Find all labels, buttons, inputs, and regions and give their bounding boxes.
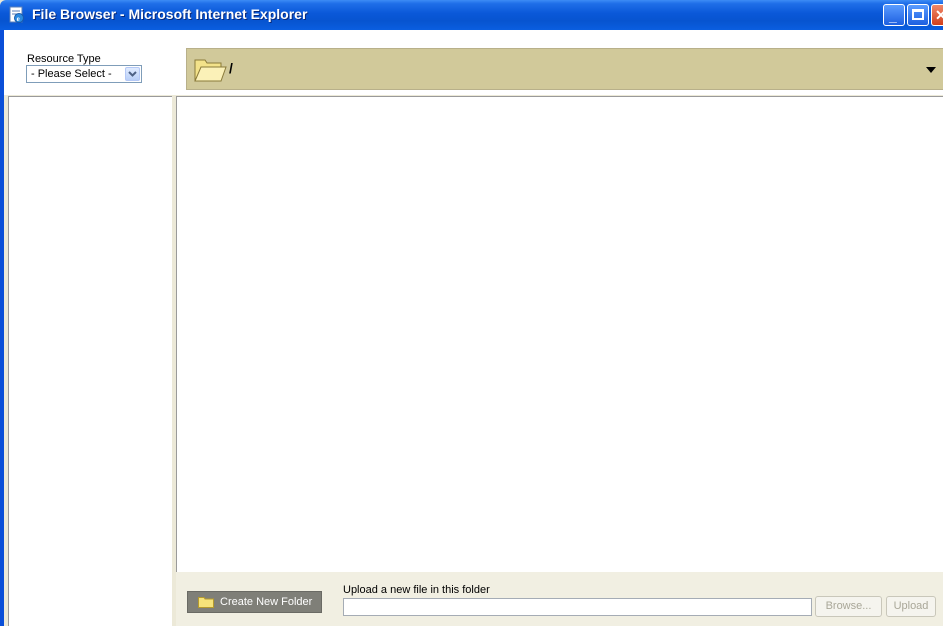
upload-file-input[interactable] bbox=[343, 598, 812, 616]
browse-button[interactable]: Browse... bbox=[815, 596, 882, 617]
folder-tree-panel[interactable] bbox=[8, 96, 172, 626]
title-bar[interactable]: e File Browser - Microsoft Internet Expl… bbox=[0, 0, 943, 30]
folder-icon bbox=[198, 597, 214, 608]
bottom-toolbar: Create New Folder Upload a new file in t… bbox=[176, 572, 943, 626]
svg-text:e: e bbox=[17, 15, 20, 23]
browser-window: e File Browser - Microsoft Internet Expl… bbox=[0, 0, 943, 626]
window-title: File Browser - Microsoft Internet Explor… bbox=[32, 6, 308, 22]
maximize-icon bbox=[912, 9, 924, 20]
close-button[interactable]: ✕ bbox=[931, 4, 943, 26]
minimize-icon: _ bbox=[889, 8, 897, 24]
ie-page-icon: e bbox=[9, 6, 24, 23]
resource-type-label: Resource Type bbox=[27, 53, 101, 65]
upload-label: Upload a new file in this folder bbox=[343, 584, 490, 596]
folder-open-icon bbox=[194, 59, 227, 82]
window-frame-left bbox=[0, 30, 4, 626]
file-list-panel[interactable] bbox=[176, 96, 943, 572]
create-new-folder-button[interactable]: Create New Folder bbox=[187, 591, 322, 613]
maximize-button[interactable] bbox=[907, 4, 929, 26]
select-dropdown-button[interactable] bbox=[125, 67, 140, 81]
create-new-folder-label: Create New Folder bbox=[220, 596, 313, 608]
current-path: / bbox=[229, 60, 233, 76]
path-bar-area: / bbox=[172, 30, 943, 95]
upload-button[interactable]: Upload bbox=[886, 596, 936, 617]
chevron-down-icon bbox=[128, 71, 137, 77]
folder-path-bar[interactable]: / bbox=[186, 48, 943, 90]
close-icon: ✕ bbox=[935, 7, 943, 23]
triangle-down-icon[interactable] bbox=[925, 64, 937, 76]
resource-type-panel: Resource Type - Please Select - bbox=[4, 30, 172, 95]
resource-type-select[interactable]: - Please Select - bbox=[26, 65, 142, 83]
minimize-button[interactable]: _ bbox=[883, 4, 905, 26]
resource-type-value: - Please Select - bbox=[31, 68, 112, 80]
